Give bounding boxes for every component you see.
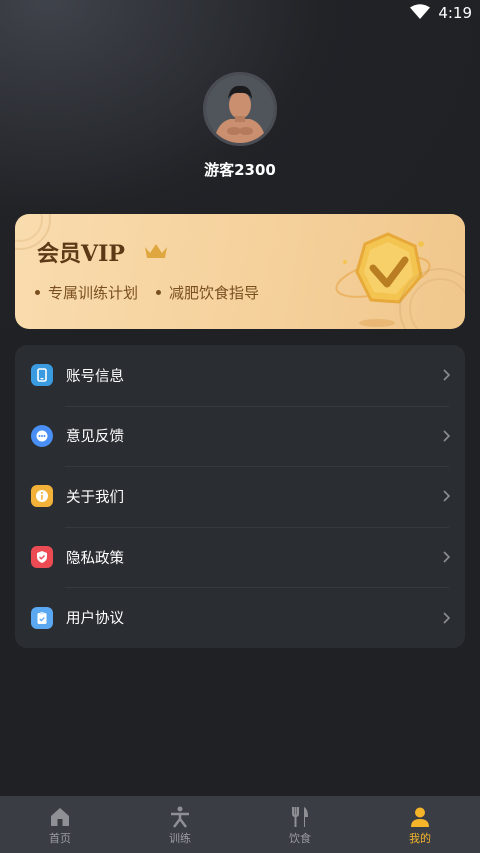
vip-benefit-item: 减肥饮食指导 <box>156 282 259 303</box>
status-time: 4:19 <box>438 4 472 22</box>
chat-icon <box>31 424 53 447</box>
tab-mine[interactable]: 我的 <box>360 796 480 853</box>
decor-rings <box>399 268 465 329</box>
phone-icon <box>31 364 53 387</box>
tab-diet[interactable]: 饮食 <box>240 796 360 853</box>
tab-training[interactable]: 训练 <box>120 796 240 853</box>
vip-card[interactable]: 会员VIP 专属训练计划 减肥饮食指导 <box>15 214 465 329</box>
menu-item-account-info[interactable]: 账号信息 <box>15 345 465 406</box>
training-icon <box>171 806 189 828</box>
menu-item-label: 关于我们 <box>66 489 124 506</box>
settings-menu: 账号信息 意见反馈 关于我们 隐私政策 用户协议 <box>15 345 465 648</box>
menu-item-label: 意见反馈 <box>66 429 124 446</box>
menu-item-user-agreement[interactable]: 用户协议 <box>15 587 465 648</box>
vip-benefit-item: 专属训练计划 <box>35 282 138 303</box>
tab-label: 饮食 <box>289 832 311 845</box>
home-icon <box>51 808 69 826</box>
fork-knife-icon <box>292 807 308 827</box>
vip-benefits: 专属训练计划 减肥饮食指导 <box>35 282 259 303</box>
avatar-image <box>206 75 274 143</box>
crown-icon <box>145 244 167 258</box>
clipboard-icon <box>31 606 53 629</box>
tab-label: 首页 <box>49 832 71 845</box>
menu-item-privacy-policy[interactable]: 隐私政策 <box>15 526 465 588</box>
chevron-right-icon <box>443 430 451 442</box>
chevron-right-icon <box>443 490 451 503</box>
menu-item-label: 账号信息 <box>66 368 124 385</box>
tab-label: 我的 <box>409 832 431 845</box>
menu-item-about-us[interactable]: 关于我们 <box>15 466 465 527</box>
avatar[interactable] <box>203 72 277 146</box>
info-icon <box>31 485 53 508</box>
tab-label: 训练 <box>169 832 191 845</box>
bottom-tabbar: 首页 训练 饮食 我的 <box>0 796 480 853</box>
status-bar: 4:19 <box>0 0 480 26</box>
shield-icon <box>31 546 53 569</box>
menu-item-feedback[interactable]: 意见反馈 <box>15 405 465 467</box>
vip-title: 会员VIP <box>37 241 125 267</box>
tab-home[interactable]: 首页 <box>0 796 120 853</box>
person-icon <box>411 807 429 827</box>
nickname[interactable]: 游客2300 <box>0 159 480 180</box>
wifi-icon <box>410 4 430 19</box>
chevron-right-icon <box>443 369 451 381</box>
menu-item-label: 用户协议 <box>66 611 124 628</box>
chevron-right-icon <box>443 551 451 563</box>
menu-item-label: 隐私政策 <box>66 550 124 567</box>
chevron-right-icon <box>443 612 451 624</box>
